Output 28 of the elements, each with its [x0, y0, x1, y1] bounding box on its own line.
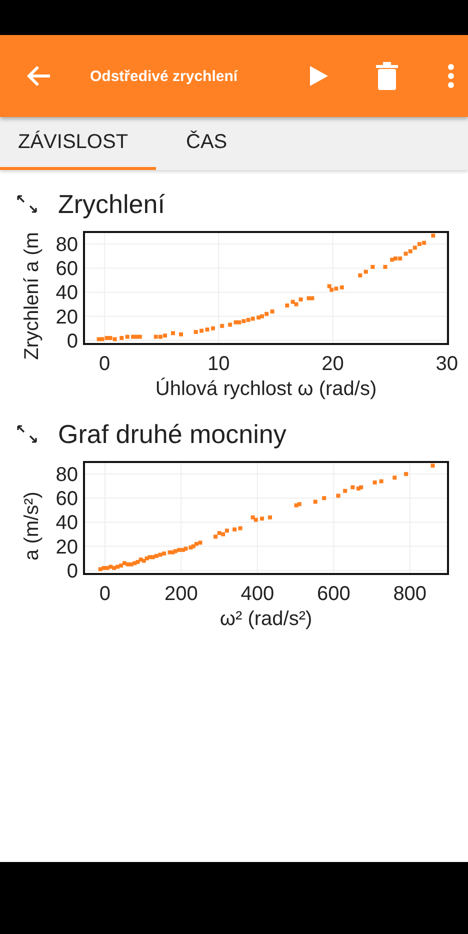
app-bar-title: Odstředivé zrychlení: [90, 68, 239, 84]
tick-label: 800: [393, 583, 427, 605]
axis-title: Úhlová rychlost ω (rad/s): [155, 378, 377, 400]
tick-label: 20: [56, 536, 78, 558]
tick-label: 40: [56, 282, 78, 304]
graph-title: Graf druhé mocniny: [58, 418, 286, 450]
tick-label: 20: [56, 306, 78, 328]
axis-title: Zrychlení a (m: [21, 232, 43, 360]
tick-label: 0: [98, 353, 110, 375]
tick-label: 0: [66, 560, 78, 582]
axis-title: ω² (rad/s²): [220, 608, 312, 630]
tick-label: 80: [56, 234, 78, 256]
tick-label: 0: [99, 583, 111, 605]
graph-title: Zrychlení: [58, 188, 165, 220]
tick-label: 10: [208, 353, 230, 375]
tab[interactable]: ZÁVISLOST: [0, 117, 156, 170]
tick-label: 600: [316, 583, 350, 605]
tick-label: 30: [436, 353, 458, 375]
tick-label: 60: [56, 488, 78, 510]
tab[interactable]: ČAS: [156, 117, 246, 170]
axis-title: a (m/s²): [21, 492, 43, 560]
tick-label: 40: [56, 512, 78, 534]
tick-label: 400: [240, 583, 274, 605]
tick-label: 80: [56, 464, 78, 486]
tick-label: 20: [322, 353, 344, 375]
tick-label: 60: [56, 258, 78, 280]
tick-label: 0: [66, 330, 78, 352]
tick-label: 200: [164, 583, 198, 605]
